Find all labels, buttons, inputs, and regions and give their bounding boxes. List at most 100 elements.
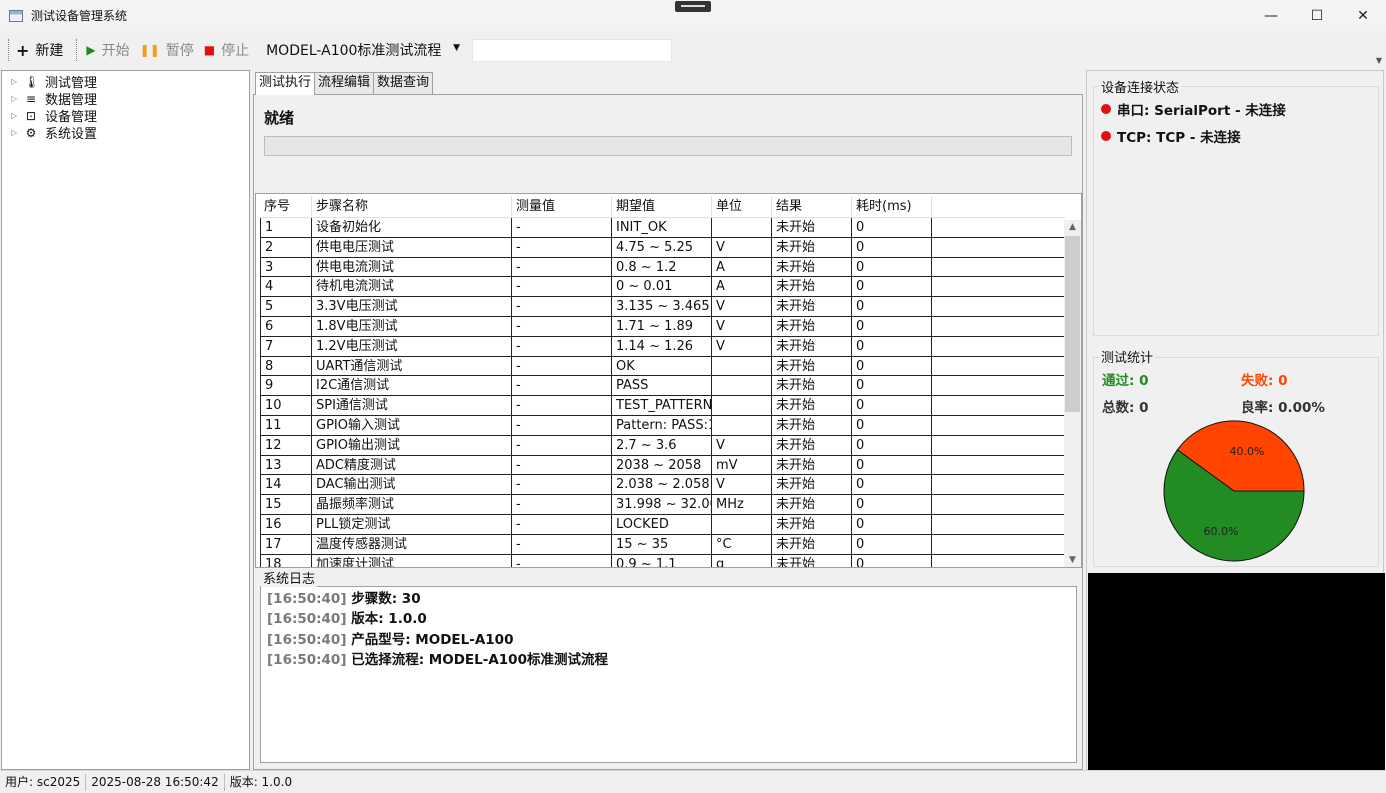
table-cell[interactable]: 12 — [260, 435, 312, 456]
tree-item-test-management[interactable]: ▷ 🌡 测试管理 — [2, 73, 249, 92]
pause-button[interactable]: ❚❚ 暂停 — [135, 36, 199, 64]
table-cell[interactable]: 2.038 ~ 2.058 — [612, 475, 712, 496]
table-cell[interactable]: 14 — [260, 475, 312, 496]
table-cell[interactable]: TEST_PATTERN — [612, 396, 712, 416]
table-row[interactable]: 10 SPI通信测试 - TEST_PATTERN 未开始 0 — [260, 396, 1065, 416]
table-row[interactable]: 4 待机电流测试 -0 ~ 0.01 A 未开始 0 — [260, 277, 1065, 298]
table-cell[interactable]: I2C通信测试 — [312, 376, 512, 397]
table-cell[interactable]: 设备初始化 — [312, 218, 512, 238]
table-cell[interactable]: 3 — [260, 257, 312, 278]
table-cell[interactable]: V — [712, 237, 772, 258]
table-cell[interactable] — [712, 356, 772, 377]
table-row[interactable]: 15晶振频率测试-31.998 ~ 32.002MHz未开始0 — [260, 495, 1065, 515]
table-cell[interactable]: 13 — [260, 455, 312, 476]
table-cell[interactable]: 11 — [260, 415, 312, 436]
table-cell[interactable]: 未开始 — [772, 356, 852, 377]
scrollbar-thumb[interactable] — [1065, 236, 1080, 412]
table-cell[interactable]: 2038 ~ 2058 — [612, 455, 712, 476]
table-cell[interactable]: 4 — [260, 277, 312, 298]
table-cell[interactable]: 0 — [852, 218, 932, 238]
table-cell[interactable]: - — [512, 396, 612, 416]
table-cell[interactable]: - — [512, 316, 612, 337]
table-cell[interactable]: 0 — [852, 475, 932, 496]
maximize-button[interactable]: ☐ — [1294, 0, 1340, 31]
table-cell[interactable]: 31.998 ~ 32.002 — [612, 495, 712, 515]
table-cell[interactable]: PLL锁定测试 — [312, 514, 512, 535]
table-cell[interactable]: 温度传感器测试 — [312, 534, 512, 555]
tab-flow-editor[interactable]: 流程编辑 — [314, 72, 375, 94]
table-row[interactable]: 3 供电电流测试 -0.8 ~ 1.2 A 未开始 0 — [260, 257, 1065, 278]
table-cell[interactable]: MHz — [712, 495, 772, 515]
table-cell[interactable]: 0 — [852, 554, 932, 567]
table-cell[interactable]: 0 — [852, 455, 932, 476]
table-cell[interactable]: 15 — [260, 495, 312, 515]
table-cell[interactable]: 6 — [260, 316, 312, 337]
table-cell[interactable]: - — [512, 257, 612, 278]
table-cell[interactable]: - — [512, 218, 612, 238]
table-cell[interactable]: 未开始 — [772, 336, 852, 357]
table-cell[interactable]: g — [712, 554, 772, 567]
table-row[interactable]: 2 供电电压测试 -4.75 ~ 5.25 V 未开始 0 — [260, 237, 1065, 258]
flow-select[interactable]: MODEL-A100标准测试流程 ▼ — [262, 39, 464, 62]
grid-column-header[interactable]: 耗时(ms) — [852, 196, 932, 218]
table-cell[interactable]: 未开始 — [772, 475, 852, 496]
table-cell[interactable]: 未开始 — [772, 316, 852, 337]
table-cell[interactable]: 15 ~ 35 — [612, 534, 712, 555]
table-cell[interactable]: 0 — [852, 237, 932, 258]
table-cell[interactable]: PASS — [612, 376, 712, 397]
table-cell[interactable]: 0 ~ 0.01 — [612, 277, 712, 298]
table-cell[interactable]: - — [512, 237, 612, 258]
table-cell[interactable]: ADC精度测试 — [312, 455, 512, 476]
table-cell[interactable]: 7 — [260, 336, 312, 357]
table-cell[interactable] — [712, 415, 772, 436]
table-cell[interactable]: 未开始 — [772, 237, 852, 258]
table-cell[interactable]: 未开始 — [772, 277, 852, 298]
table-row[interactable]: 7 1.2V电压测试 -1.14 ~ 1.26 V 未开始 0 — [260, 336, 1065, 357]
table-cell[interactable]: 未开始 — [772, 554, 852, 567]
table-cell[interactable]: 晶振频率测试 — [312, 495, 512, 515]
tab-data-query[interactable]: 数据查询 — [373, 72, 434, 94]
table-cell[interactable]: 待机电流测试 — [312, 277, 512, 298]
table-cell[interactable]: 16 — [260, 514, 312, 535]
table-row[interactable]: 12 GPIO输出测试 -2.7 ~ 3.6 V 未开始 0 — [260, 435, 1065, 456]
table-cell[interactable]: 0 — [852, 534, 932, 555]
table-cell[interactable]: 未开始 — [772, 495, 852, 515]
new-button[interactable]: + 新建 — [11, 36, 68, 64]
table-cell[interactable] — [712, 396, 772, 416]
table-cell[interactable]: 8 — [260, 356, 312, 377]
table-cell[interactable]: 供电电流测试 — [312, 257, 512, 278]
table-row[interactable]: 8 UART通信测试 - OK 未开始 0 — [260, 356, 1065, 377]
table-cell[interactable]: 1 — [260, 218, 312, 238]
table-cell[interactable]: Pattern: PASS:1 — [612, 415, 712, 436]
table-row[interactable]: 1 设备初始化 - INIT_OK 未开始 0 — [260, 218, 1065, 238]
toolbar-input[interactable] — [472, 38, 673, 62]
table-cell[interactable]: UART通信测试 — [312, 356, 512, 377]
table-cell[interactable]: DAC输出测试 — [312, 475, 512, 496]
table-cell[interactable]: - — [512, 475, 612, 496]
table-cell[interactable]: - — [512, 435, 612, 456]
table-cell[interactable]: LOCKED — [612, 514, 712, 535]
table-cell[interactable]: 未开始 — [772, 376, 852, 397]
table-cell[interactable]: 17 — [260, 534, 312, 555]
table-cell[interactable]: - — [512, 514, 612, 535]
table-cell[interactable]: OK — [612, 356, 712, 377]
table-cell[interactable]: 9 — [260, 376, 312, 397]
table-cell[interactable]: - — [512, 534, 612, 555]
table-cell[interactable]: °C — [712, 534, 772, 555]
stop-button[interactable]: ■ 停止 — [199, 36, 254, 64]
table-cell[interactable]: INIT_OK — [612, 218, 712, 238]
table-cell[interactable]: 未开始 — [772, 435, 852, 456]
table-cell[interactable]: 4.75 ~ 5.25 — [612, 237, 712, 258]
table-cell[interactable]: - — [512, 455, 612, 476]
table-cell[interactable]: 0 — [852, 376, 932, 397]
tab-test-execution[interactable]: 测试执行 — [255, 72, 316, 95]
table-cell[interactable]: 18 — [260, 554, 312, 567]
tree-item-data-management[interactable]: ▷ ≡ 数据管理 — [2, 90, 249, 109]
table-cell[interactable]: 未开始 — [772, 534, 852, 555]
start-button[interactable]: ▶ 开始 — [81, 36, 134, 64]
table-cell[interactable]: 供电电压测试 — [312, 237, 512, 258]
grid-column-header[interactable]: 测量值 — [512, 196, 612, 218]
table-row[interactable]: 13 ADC精度测试 -2038 ~ 2058 mV 未开始 0 — [260, 455, 1065, 476]
table-cell[interactable]: - — [512, 376, 612, 397]
table-cell[interactable]: A — [712, 277, 772, 298]
